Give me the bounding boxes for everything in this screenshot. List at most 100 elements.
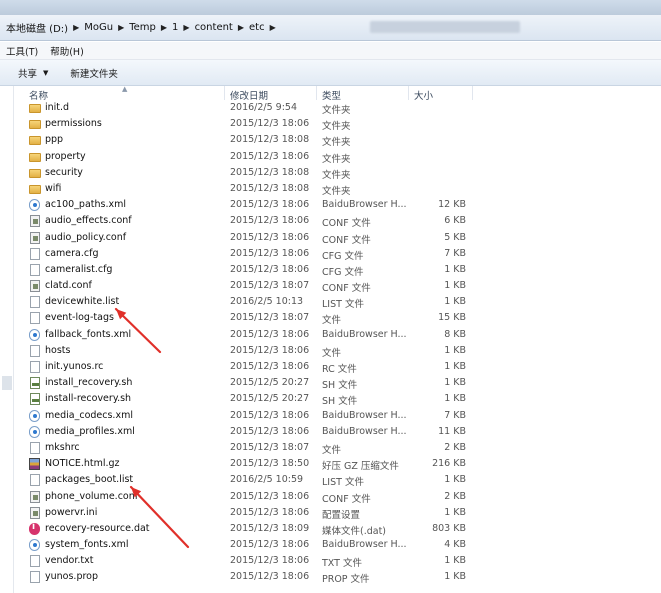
file-date: 2015/12/3 18:06: [230, 539, 310, 551]
file-row[interactable]: property 2015/12/3 18:06 文件夹: [14, 149, 661, 165]
file-row[interactable]: hosts 2015/12/3 18:06 文件 1 KB: [14, 343, 661, 359]
conf-icon: [30, 506, 40, 519]
chevron-right-icon[interactable]: ▶: [181, 23, 191, 32]
file-date: 2015/12/3 18:06: [230, 215, 310, 227]
chevron-right-icon[interactable]: ▶: [116, 23, 126, 32]
file-row[interactable]: media_profiles.xml 2015/12/3 18:06 BaiduBr…: [14, 424, 661, 440]
file-type: 文件夹: [322, 185, 351, 197]
gz-icon: [29, 458, 40, 471]
file-row[interactable]: clatd.conf 2015/12/3 18:07 CONF 文件 1 KB: [14, 278, 661, 294]
conf-icon: [30, 231, 40, 244]
breadcrumb-etc[interactable]: etc: [246, 22, 268, 33]
file-name: audio_effects.conf: [45, 215, 132, 227]
file-list: init.d 2016/2/5 9:54 文件夹 permissions 2015/12…: [14, 100, 661, 586]
file-type: LIST 文件: [322, 299, 364, 311]
chevron-right-icon[interactable]: ▶: [268, 23, 278, 32]
file-date: 2015/12/3 18:06: [230, 490, 310, 502]
file-row[interactable]: ac100_paths.xml 2015/12/3 18:06 BaiduBrows…: [14, 197, 661, 213]
file-date: 2015/12/3 18:06: [230, 425, 310, 437]
file-date: 2015/12/3 18:06: [230, 409, 310, 421]
file-date: 2015/12/3 18:08: [230, 166, 310, 178]
file-row[interactable]: event-log-tags 2015/12/3 18:07 文件 15 KB: [14, 310, 661, 326]
chevron-right-icon[interactable]: ▶: [159, 23, 169, 32]
file-row[interactable]: media_codecs.xml 2015/12/3 18:06 BaiduBrow…: [14, 408, 661, 424]
doc-icon: [30, 344, 40, 357]
file-row[interactable]: security 2015/12/3 18:08 文件夹: [14, 165, 661, 181]
file-row[interactable]: yunos.prop 2015/12/3 18:06 PROP 文件 1 KB: [14, 569, 661, 585]
file-name: clatd.conf: [45, 280, 92, 292]
file-date: 2015/12/5 20:27: [230, 393, 310, 405]
column-headers: 名称 ▲ 修改日期 类型 大小: [14, 85, 661, 102]
file-row[interactable]: cameralist.cfg 2015/12/3 18:06 CFG 文件 1 KB: [14, 262, 661, 278]
breadcrumb[interactable]: 本地磁盘 (D:) ▶ MoGu ▶ Temp ▶ 1 ▶ content ▶ …: [3, 18, 278, 36]
column-divider[interactable]: [316, 86, 317, 100]
file-size: 12 KB: [438, 199, 466, 211]
breadcrumb-temp[interactable]: Temp: [126, 22, 159, 33]
file-row[interactable]: init.yunos.rc 2015/12/3 18:06 RC 文件 1 KB: [14, 359, 661, 375]
file-row[interactable]: system_fonts.xml 2015/12/3 18:06 BaiduBrow…: [14, 537, 661, 553]
menu-help[interactable]: 帮助(H): [50, 44, 84, 58]
file-name: devicewhite.list: [45, 296, 120, 308]
file-type: CONF 文件: [322, 218, 371, 230]
file-row[interactable]: mkshrc 2015/12/3 18:07 文件 2 KB: [14, 440, 661, 456]
breadcrumb-mogu[interactable]: MoGu: [81, 22, 116, 33]
file-row[interactable]: audio_effects.conf 2015/12/3 18:06 CONF 文件…: [14, 213, 661, 229]
share-button[interactable]: 共享 ▼: [18, 66, 48, 80]
file-row[interactable]: recovery-resource.dat 2015/12/3 18:09 媒体文件…: [14, 521, 661, 537]
file-name: recovery-resource.dat: [45, 522, 150, 534]
file-type: 文件: [322, 347, 342, 359]
conf-icon: [30, 280, 40, 293]
file-row[interactable]: phone_volume.conf 2015/12/3 18:06 CONF 文件 2…: [14, 489, 661, 505]
column-divider[interactable]: [408, 86, 409, 100]
chevron-right-icon[interactable]: ▶: [236, 23, 246, 32]
file-row[interactable]: fallback_fonts.xml 2015/12/3 18:06 BaiduBr…: [14, 327, 661, 343]
breadcrumb-content[interactable]: content: [192, 22, 236, 33]
file-date: 2015/12/3 18:06: [230, 361, 310, 372]
file-size: 1 KB: [444, 506, 466, 518]
file-row[interactable]: powervr.ini 2015/12/3 18:06 配置设置 1 KB: [14, 505, 661, 521]
navigation-pane-edge: [0, 86, 14, 593]
file-row[interactable]: wifi 2015/12/3 18:08 文件夹: [14, 181, 661, 197]
file-row[interactable]: permissions 2015/12/3 18:06 文件夹: [14, 116, 661, 132]
breadcrumb-1[interactable]: 1: [169, 22, 181, 33]
doc-icon: [30, 555, 40, 568]
file-row[interactable]: install_recovery.sh 2015/12/5 20:27 SH 文件 1…: [14, 375, 661, 391]
scrollbar-thumb[interactable]: [2, 376, 12, 390]
file-row[interactable]: vendor.txt 2015/12/3 18:06 TXT 文件 1 KB: [14, 553, 661, 569]
file-name: permissions: [45, 118, 102, 130]
file-row[interactable]: camera.cfg 2015/12/3 18:06 CFG 文件 7 KB: [14, 246, 661, 262]
file-row[interactable]: devicewhite.list 2016/2/5 10:13 LIST 文件 1 K…: [14, 294, 661, 310]
file-date: 2015/12/3 18:08: [230, 182, 310, 194]
chevron-right-icon[interactable]: ▶: [71, 23, 81, 32]
file-size: 1 KB: [444, 296, 466, 308]
column-divider[interactable]: [224, 86, 225, 100]
file-type: PROP 文件: [322, 574, 370, 586]
file-size: 6 KB: [444, 215, 466, 227]
file-type: 文件夹: [322, 137, 351, 149]
file-size: 216 KB: [432, 458, 466, 470]
menu-tools[interactable]: 工具(T): [6, 44, 38, 58]
doc-icon: [30, 571, 40, 584]
dat-icon: [29, 522, 40, 535]
file-type: BaiduBrowser H...: [322, 409, 407, 421]
file-size: 803 KB: [432, 522, 466, 534]
file-row[interactable]: init.d 2016/2/5 9:54 文件夹: [14, 100, 661, 116]
file-type: SH 文件: [322, 396, 358, 408]
file-row[interactable]: NOTICE.html.gz 2015/12/3 18:50 好压 GZ 压缩文件 2…: [14, 456, 661, 472]
file-date: 2016/2/5 9:54: [230, 102, 298, 113]
column-divider[interactable]: [472, 86, 473, 100]
file-row[interactable]: install-recovery.sh 2015/12/5 20:27 SH 文件 1…: [14, 391, 661, 407]
xml-icon: [29, 199, 40, 212]
file-name: media_profiles.xml: [45, 425, 135, 437]
file-type: 好压 GZ 压缩文件: [322, 461, 399, 473]
file-date: 2015/12/3 18:06: [230, 344, 310, 356]
breadcrumb-drive[interactable]: 本地磁盘 (D:): [3, 20, 71, 35]
file-row[interactable]: packages_boot.list 2016/2/5 10:59 LIST 文件 1…: [14, 472, 661, 488]
file-size: 1 KB: [444, 555, 466, 567]
file-size: 1 KB: [444, 344, 466, 356]
file-name: audio_policy.conf: [45, 231, 127, 243]
new-folder-button[interactable]: 新建文件夹: [70, 66, 118, 80]
file-row[interactable]: ppp 2015/12/3 18:08 文件夹: [14, 132, 661, 148]
folder-icon: [29, 152, 41, 162]
file-row[interactable]: audio_policy.conf 2015/12/3 18:06 CONF 文件 5…: [14, 230, 661, 246]
